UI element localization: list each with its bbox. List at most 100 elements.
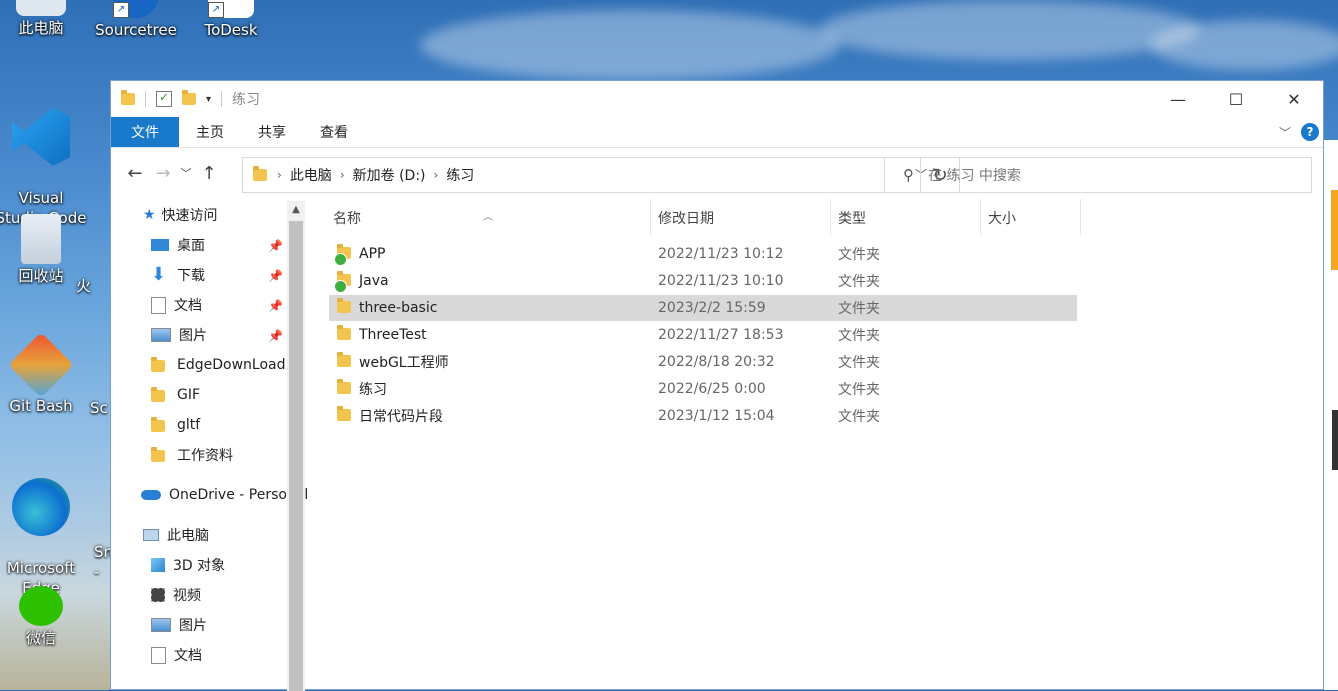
sidebar-item-downloads[interactable]: ⬇ 下载 bbox=[151, 262, 205, 288]
sidebar-item-pc-documents[interactable]: 文档 bbox=[151, 642, 202, 668]
back-arrow-icon[interactable]: ← bbox=[121, 163, 149, 184]
sidebar-item-desktop[interactable]: 桌面 bbox=[151, 232, 205, 258]
sidebar-item-pc-pictures[interactable]: 图片 bbox=[151, 612, 207, 638]
sidebar-item-edgedownload[interactable]: EdgeDownLoad bbox=[151, 352, 286, 378]
git-bash-icon bbox=[8, 332, 74, 398]
forward-arrow-icon[interactable]: → bbox=[149, 163, 177, 184]
file-date: 2022/8/18 20:32 bbox=[658, 354, 775, 370]
desktop-icon-computer[interactable]: 此电脑 bbox=[0, 0, 89, 38]
tab-file[interactable]: 文件 bbox=[111, 117, 179, 147]
desktop-icon-git-bash[interactable]: Git Bash bbox=[0, 332, 89, 416]
file-row[interactable]: Java 2022/11/23 10:10 文件夹 bbox=[329, 268, 1077, 294]
desktop-icon-wechat[interactable]: 微信 bbox=[0, 586, 89, 648]
tab-share[interactable]: 共享 bbox=[241, 117, 303, 147]
file-type: 文件夹 bbox=[838, 274, 880, 290]
3d-cube-icon bbox=[151, 558, 165, 572]
divider bbox=[145, 91, 146, 107]
minimize-button[interactable]: — bbox=[1149, 81, 1207, 117]
search-box[interactable]: ⚲ 在 练习 中搜索 bbox=[884, 157, 1312, 193]
sidebar-item-videos[interactable]: 视频 bbox=[151, 582, 201, 608]
sidebar-item-gif[interactable]: GIF bbox=[151, 382, 200, 408]
column-headers: ︿ 名称 修改日期 类型 大小 bbox=[329, 199, 1081, 235]
column-header-type[interactable]: 类型 bbox=[838, 208, 866, 228]
properties-icon[interactable]: ✓ bbox=[156, 90, 172, 107]
close-button[interactable]: ✕ bbox=[1265, 81, 1323, 117]
divider[interactable] bbox=[650, 199, 651, 235]
pin-icon[interactable]: 📌 bbox=[268, 299, 283, 313]
navigation-pane: ★ 快速访问 桌面 📌 ⬇ 下载 📌 文档 📌 图片 📌 EdgeDownLoa… bbox=[111, 199, 307, 691]
sidebar-item-onedrive[interactable]: OneDrive - Personal bbox=[141, 482, 307, 508]
address-bar[interactable]: › 此电脑 › 新加卷 (D:) › 练习 ﹀ ↻ bbox=[242, 157, 960, 193]
file-list: ︿ 名称 修改日期 类型 大小 APP 2022/11/23 10:12 文件夹… bbox=[329, 199, 1319, 691]
column-header-size[interactable]: 大小 bbox=[988, 208, 1016, 228]
wechat-icon bbox=[19, 586, 63, 626]
folder-icon bbox=[151, 357, 169, 373]
document-icon bbox=[151, 646, 166, 664]
divider[interactable] bbox=[1080, 199, 1081, 235]
sidebar-item-gltf[interactable]: gltf bbox=[151, 412, 200, 438]
folder-icon bbox=[337, 352, 351, 371]
file-row[interactable]: 练习 2022/6/25 0:00 文件夹 bbox=[329, 376, 1077, 402]
folder-icon bbox=[151, 417, 169, 433]
file-row[interactable]: 日常代码片段 2023/1/12 15:04 文件夹 bbox=[329, 403, 1077, 429]
pin-icon[interactable]: 📌 bbox=[268, 329, 283, 343]
computer-icon bbox=[143, 529, 159, 541]
file-name: webGL工程师 bbox=[359, 355, 449, 371]
scroll-up-icon[interactable]: ▲ bbox=[287, 201, 305, 219]
file-type: 文件夹 bbox=[838, 247, 880, 263]
expand-ribbon-icon[interactable]: ﹀ bbox=[1279, 124, 1291, 141]
sidebar-scrollbar[interactable]: ▲ bbox=[287, 201, 305, 691]
sidebar-item-label: 桌面 bbox=[177, 238, 205, 254]
breadcrumb-this-pc[interactable]: 此电脑 bbox=[282, 165, 340, 185]
window-title: 练习 bbox=[232, 92, 261, 108]
sidebar-item-quick-access[interactable]: ★ 快速访问 bbox=[143, 202, 218, 228]
sidebar-item-documents[interactable]: 文档 bbox=[151, 292, 202, 318]
new-folder-icon[interactable] bbox=[182, 90, 196, 105]
divider[interactable] bbox=[980, 199, 981, 235]
sync-status-icon bbox=[334, 280, 347, 293]
tab-home[interactable]: 主页 bbox=[179, 117, 241, 147]
file-date: 2022/11/23 10:12 bbox=[658, 246, 784, 262]
desktop-icon-todesk[interactable]: ↗ ToDesk bbox=[183, 0, 279, 40]
folder-icon bbox=[121, 90, 135, 105]
desktop-icon-sourcetree[interactable]: ↗ Sourcetree bbox=[88, 0, 184, 40]
file-row[interactable]: APP 2022/11/23 10:12 文件夹 bbox=[329, 241, 1077, 267]
recent-locations-icon[interactable]: ﹀ bbox=[177, 165, 195, 181]
file-type: 文件夹 bbox=[838, 301, 880, 317]
onedrive-cloud-icon bbox=[141, 490, 161, 500]
file-name: APP bbox=[359, 246, 386, 262]
file-row[interactable]: webGL工程师 2022/8/18 20:32 文件夹 bbox=[329, 349, 1077, 375]
customize-toolbar-icon[interactable]: ▾ bbox=[206, 94, 211, 105]
tab-view[interactable]: 查看 bbox=[303, 117, 365, 147]
pin-icon[interactable]: 📌 bbox=[268, 239, 283, 253]
vscode-icon bbox=[12, 108, 70, 166]
file-explorer-window[interactable]: ✓ ▾ 练习 — ☐ ✕ 文件 主页 共享 查看 ﹀ ? ← → ﹀ ↑ › 此… bbox=[110, 80, 1324, 691]
sidebar-item-pictures[interactable]: 图片 bbox=[151, 322, 207, 348]
desktop-icon bbox=[151, 239, 169, 251]
file-type: 文件夹 bbox=[838, 328, 880, 344]
file-row[interactable]: ThreeTest 2022/11/27 18:53 文件夹 bbox=[329, 322, 1077, 348]
breadcrumb-drive-d[interactable]: 新加卷 (D:) bbox=[345, 165, 434, 185]
file-name: 练习 bbox=[359, 382, 387, 398]
shortcut-arrow-icon: ↗ bbox=[208, 2, 224, 18]
column-header-date[interactable]: 修改日期 bbox=[658, 208, 714, 228]
search-placeholder[interactable]: 在 练习 中搜索 bbox=[928, 165, 1021, 185]
sidebar-item-label: 文档 bbox=[174, 298, 202, 314]
up-arrow-icon[interactable]: ↑ bbox=[195, 163, 223, 184]
file-row-selected[interactable]: three-basic 2023/2/2 15:59 文件夹 bbox=[329, 295, 1077, 321]
breadcrumb-current-folder[interactable]: 练习 bbox=[438, 165, 482, 185]
sidebar-item-work-materials[interactable]: 工作资料 bbox=[151, 442, 233, 468]
folder-icon bbox=[337, 325, 351, 344]
column-header-name[interactable]: 名称 bbox=[333, 208, 361, 228]
sidebar-item-this-pc[interactable]: 此电脑 bbox=[143, 522, 209, 548]
folder-icon bbox=[337, 298, 351, 317]
maximize-button[interactable]: ☐ bbox=[1207, 81, 1265, 117]
sidebar-item-3d-objects[interactable]: 3D 对象 bbox=[151, 552, 225, 578]
help-icon[interactable]: ? bbox=[1301, 123, 1319, 141]
title-bar[interactable]: ✓ ▾ 练习 — ☐ ✕ bbox=[111, 81, 1323, 117]
pin-icon[interactable]: 📌 bbox=[268, 269, 283, 283]
scrollbar-thumb[interactable] bbox=[289, 221, 303, 691]
divider[interactable] bbox=[830, 199, 831, 235]
sync-status-icon bbox=[334, 253, 347, 266]
file-date: 2023/1/12 15:04 bbox=[658, 408, 775, 424]
